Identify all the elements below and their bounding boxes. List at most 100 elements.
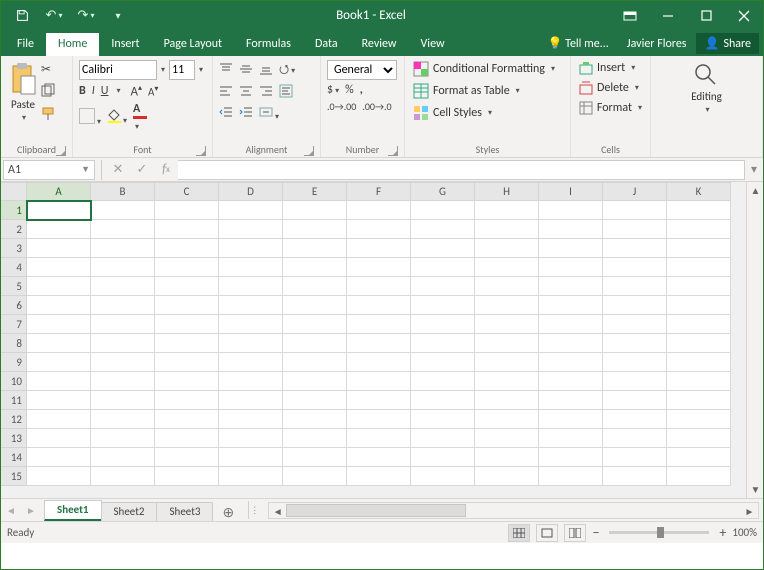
cell[interactable] bbox=[155, 448, 219, 467]
cell[interactable] bbox=[603, 353, 667, 372]
tab-insert[interactable]: Insert bbox=[99, 33, 151, 56]
row-header[interactable]: 14 bbox=[1, 448, 27, 467]
cell[interactable] bbox=[219, 334, 283, 353]
chevron-down-icon[interactable]: ▾ bbox=[199, 65, 203, 75]
cell[interactable] bbox=[347, 467, 411, 486]
row-header[interactable]: 5 bbox=[1, 277, 27, 296]
cell[interactable] bbox=[411, 239, 475, 258]
accept-formula-icon[interactable]: ✓ bbox=[130, 160, 154, 180]
row-header[interactable]: 15 bbox=[1, 467, 27, 486]
cell[interactable] bbox=[603, 220, 667, 239]
ribbon-display-icon[interactable] bbox=[611, 4, 649, 28]
cell[interactable] bbox=[283, 315, 347, 334]
cell[interactable] bbox=[27, 372, 91, 391]
zoom-level[interactable]: 100% bbox=[732, 526, 757, 539]
cell[interactable] bbox=[91, 258, 155, 277]
cell[interactable] bbox=[283, 277, 347, 296]
cell[interactable] bbox=[283, 296, 347, 315]
cell[interactable] bbox=[27, 467, 91, 486]
cell[interactable] bbox=[283, 353, 347, 372]
cell[interactable] bbox=[603, 429, 667, 448]
cell[interactable] bbox=[539, 258, 603, 277]
close-icon[interactable] bbox=[725, 4, 763, 28]
scroll-right-icon[interactable]: ► bbox=[741, 503, 758, 520]
cell[interactable] bbox=[475, 220, 539, 239]
cell[interactable] bbox=[27, 353, 91, 372]
cell[interactable] bbox=[155, 334, 219, 353]
cell[interactable] bbox=[283, 201, 347, 220]
cell[interactable] bbox=[27, 429, 91, 448]
cell[interactable] bbox=[667, 220, 731, 239]
cell[interactable] bbox=[347, 410, 411, 429]
share-button[interactable]: 👤Share bbox=[696, 33, 759, 54]
scroll-left-icon[interactable]: ◄ bbox=[269, 503, 286, 520]
expand-formula-bar-icon[interactable]: ▾ bbox=[745, 162, 763, 177]
cell[interactable] bbox=[283, 334, 347, 353]
select-all-corner[interactable] bbox=[1, 182, 27, 201]
cell[interactable] bbox=[347, 372, 411, 391]
zoom-slider[interactable] bbox=[609, 531, 709, 534]
row-header[interactable]: 13 bbox=[1, 429, 27, 448]
cell[interactable] bbox=[411, 353, 475, 372]
tab-view[interactable]: View bbox=[409, 33, 457, 56]
column-header[interactable]: B bbox=[91, 182, 155, 201]
chevron-down-icon[interactable]: ▼ bbox=[81, 164, 90, 175]
signed-in-user[interactable]: Javier Flores bbox=[619, 33, 695, 56]
cell[interactable] bbox=[219, 410, 283, 429]
cell[interactable] bbox=[475, 353, 539, 372]
orientation-icon[interactable]: ⭯▾ bbox=[279, 60, 295, 81]
cell[interactable] bbox=[91, 315, 155, 334]
merge-center-icon[interactable]: ▾ bbox=[259, 105, 279, 123]
cell[interactable] bbox=[283, 410, 347, 429]
decrease-indent-icon[interactable] bbox=[219, 105, 233, 123]
cell[interactable] bbox=[411, 220, 475, 239]
cell[interactable] bbox=[27, 296, 91, 315]
accounting-format-icon[interactable]: $▾ bbox=[327, 83, 339, 97]
cell[interactable] bbox=[475, 277, 539, 296]
page-break-view-icon[interactable] bbox=[564, 524, 586, 542]
cell[interactable] bbox=[667, 448, 731, 467]
row-header[interactable]: 3 bbox=[1, 239, 27, 258]
sheet-nav-next-icon[interactable]: ► bbox=[21, 501, 41, 519]
cell[interactable] bbox=[603, 410, 667, 429]
cell[interactable] bbox=[539, 296, 603, 315]
cell[interactable] bbox=[411, 334, 475, 353]
cell[interactable] bbox=[27, 448, 91, 467]
cell[interactable] bbox=[539, 334, 603, 353]
delete-cells-button[interactable]: Delete▾ bbox=[577, 80, 644, 96]
column-header[interactable]: H bbox=[475, 182, 539, 201]
clipboard-dialog-icon[interactable] bbox=[56, 146, 66, 156]
cell[interactable] bbox=[603, 334, 667, 353]
cell[interactable] bbox=[283, 391, 347, 410]
cell[interactable] bbox=[219, 429, 283, 448]
cell[interactable] bbox=[539, 277, 603, 296]
cell[interactable] bbox=[539, 239, 603, 258]
cell[interactable] bbox=[27, 315, 91, 334]
tab-formulas[interactable]: Formulas bbox=[234, 33, 303, 56]
font-dialog-icon[interactable] bbox=[196, 146, 206, 156]
cell[interactable] bbox=[27, 239, 91, 258]
cell[interactable] bbox=[539, 353, 603, 372]
cell[interactable] bbox=[411, 410, 475, 429]
cell[interactable] bbox=[539, 372, 603, 391]
align-right-icon[interactable] bbox=[259, 84, 273, 102]
cell[interactable] bbox=[219, 315, 283, 334]
cell[interactable] bbox=[283, 429, 347, 448]
cell[interactable] bbox=[91, 372, 155, 391]
cell[interactable] bbox=[91, 296, 155, 315]
column-header[interactable]: I bbox=[539, 182, 603, 201]
cell[interactable] bbox=[219, 239, 283, 258]
cell[interactable] bbox=[283, 467, 347, 486]
number-format-select[interactable]: General bbox=[327, 60, 397, 80]
maximize-icon[interactable] bbox=[687, 4, 725, 28]
cell[interactable] bbox=[155, 220, 219, 239]
cell[interactable] bbox=[27, 220, 91, 239]
cell[interactable] bbox=[283, 220, 347, 239]
formula-input[interactable] bbox=[178, 160, 745, 180]
cell[interactable] bbox=[155, 201, 219, 220]
page-layout-view-icon[interactable] bbox=[536, 524, 558, 542]
cell[interactable] bbox=[667, 429, 731, 448]
undo-icon[interactable]: ↶▾ bbox=[41, 4, 67, 28]
cell[interactable] bbox=[155, 315, 219, 334]
cell[interactable] bbox=[219, 296, 283, 315]
